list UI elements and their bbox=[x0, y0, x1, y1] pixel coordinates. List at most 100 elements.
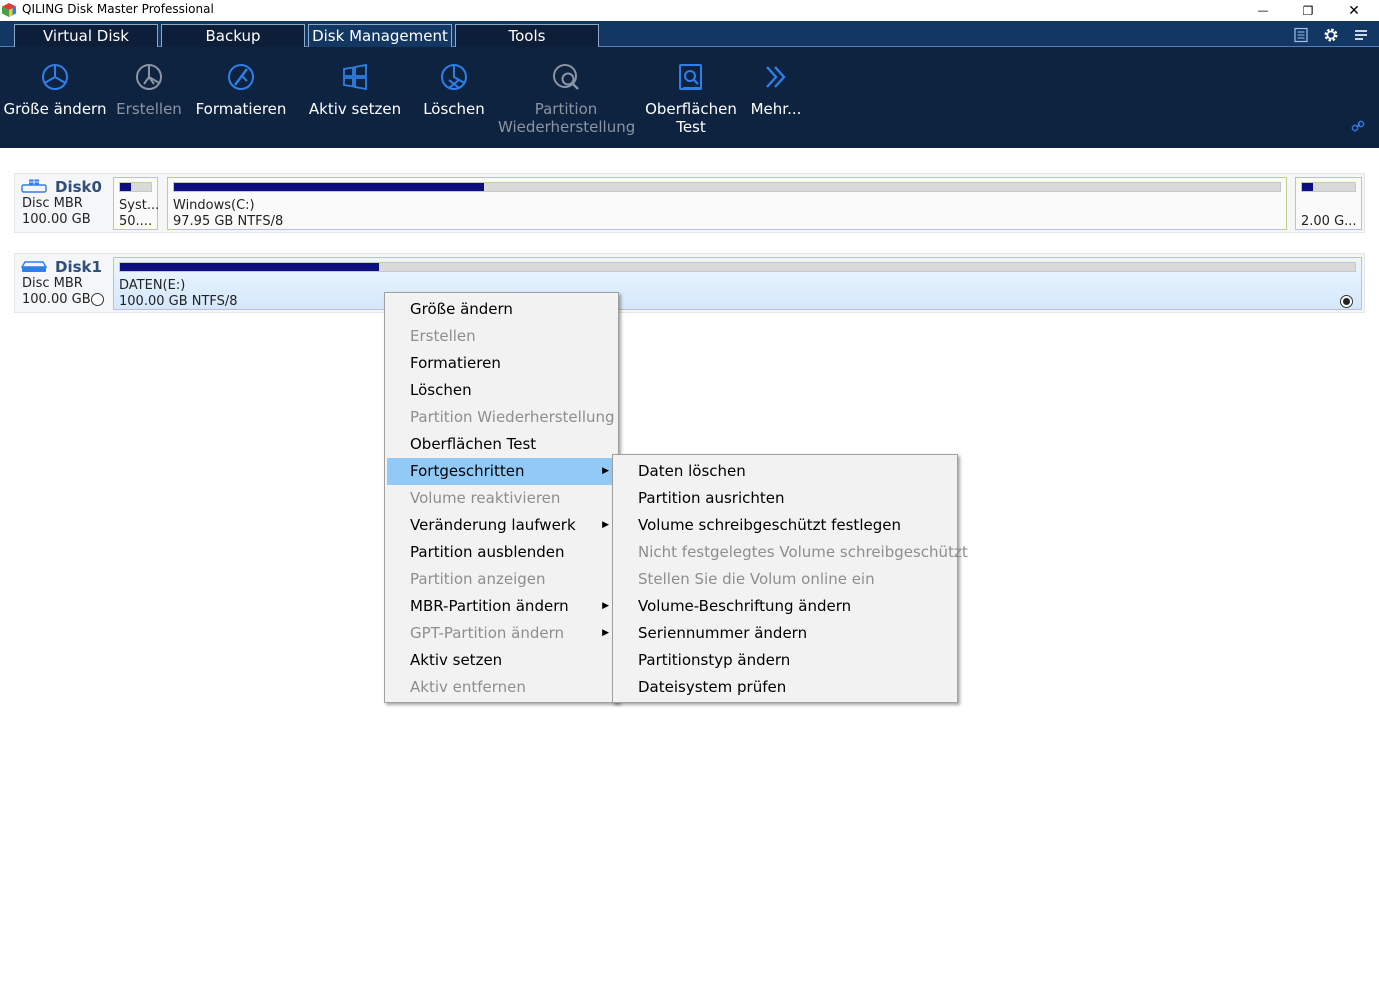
more-button[interactable]: Mehr... bbox=[744, 47, 808, 148]
log-list-icon[interactable] bbox=[1291, 25, 1311, 45]
menu-item-label: Seriennummer ändern bbox=[638, 624, 808, 642]
submenu-arrow-icon: ▶ bbox=[602, 601, 609, 611]
partition-recovery-button[interactable]: Partition Wiederherstellung bbox=[498, 47, 636, 148]
resize-label: Größe ändern bbox=[3, 100, 107, 118]
menu-list-icon[interactable] bbox=[1351, 25, 1371, 45]
advanced-submenu: Daten löschen Partition ausrichten Volume … bbox=[612, 454, 968, 703]
menu-item-partition-wiederherstellung[interactable]: Partition Wiederherstellung bbox=[387, 404, 616, 431]
menu-item-label: Veränderung laufwerk bbox=[410, 516, 576, 534]
restore-icon: ❐ bbox=[1302, 3, 1314, 18]
menu-item-label: GPT-Partition ändern bbox=[410, 624, 565, 642]
menu-item-partition-anzeigen[interactable]: Partition anzeigen bbox=[387, 566, 616, 593]
app-logo-icon bbox=[2, 3, 16, 17]
tab-bar: Virtual Disk Backup Disk Management Tool… bbox=[0, 21, 1379, 47]
disk-drive-icon bbox=[21, 261, 47, 272]
menu-item-oberflächen-test[interactable]: Oberflächen Test bbox=[387, 431, 616, 458]
menu-item-veränderung-laufwerk[interactable]: Veränderung laufwerk ▶ bbox=[387, 512, 616, 539]
menu-item-seriennummer-ändern[interactable]: Seriennummer ändern bbox=[615, 620, 955, 647]
delete-label: Löschen bbox=[423, 100, 485, 118]
menu-item-label: Volume reaktivieren bbox=[410, 489, 561, 507]
disk-size: 100.00 GB bbox=[22, 292, 91, 307]
usage-bar bbox=[1301, 182, 1356, 192]
partition-info: 100.00 GB NTFS/8 bbox=[119, 294, 238, 309]
menu-item-stellen-sie-die-volum-online-ein[interactable]: Stellen Sie die Volum online ein bbox=[615, 566, 955, 593]
partition-recovery-label: Partition Wiederherstellung bbox=[498, 100, 636, 136]
set-active-button[interactable]: Aktiv setzen bbox=[300, 47, 410, 148]
usage-fill bbox=[120, 183, 131, 191]
disk-size: 100.00 GB bbox=[22, 212, 91, 227]
surface-test-label: Oberflächen Test bbox=[645, 100, 737, 136]
close-icon: ✕ bbox=[1348, 2, 1360, 19]
partition-name: DATEN(E:) bbox=[119, 278, 186, 293]
partition-name: Syst... bbox=[119, 198, 160, 213]
restore-button[interactable]: ❐ bbox=[1285, 0, 1331, 21]
menu-item-label: Aktiv entfernen bbox=[410, 678, 526, 696]
menu-item-nicht-festgelegtes-volume-schreibgeschützt[interactable]: Nicht festgelegtes Volume schreibgeschüt… bbox=[615, 539, 968, 566]
format-label: Formatieren bbox=[195, 100, 287, 118]
set-active-label: Aktiv setzen bbox=[308, 100, 402, 118]
minimize-icon: — bbox=[1257, 4, 1269, 17]
disk-info: Disk0 Disc MBR 100.00 GB bbox=[15, 174, 111, 232]
menu-item-label: Partition anzeigen bbox=[410, 570, 546, 588]
partition-info: 50.... bbox=[119, 214, 153, 229]
menu-item-label: Aktiv setzen bbox=[410, 651, 503, 669]
disk-name: Disk0 bbox=[55, 178, 102, 196]
partition-recovery-2gb[interactable]: 2.00 G... bbox=[1295, 177, 1362, 230]
menu-item-dateisystem-prüfen[interactable]: Dateisystem prüfen bbox=[615, 674, 955, 701]
create-label: Erstellen bbox=[116, 100, 182, 118]
format-button[interactable]: Formatieren bbox=[188, 47, 294, 148]
partition-info: 2.00 G... bbox=[1301, 214, 1357, 229]
menu-item-gpt-partition-ändern[interactable]: GPT-Partition ändern ▶ bbox=[387, 620, 616, 647]
menu-item-fortgeschritten[interactable]: Fortgeschritten ▶ bbox=[387, 458, 616, 485]
usage-fill bbox=[1302, 183, 1313, 191]
menu-item-aktiv-entfernen[interactable]: Aktiv entfernen bbox=[387, 674, 616, 701]
disk-row-disk1[interactable]: Disk1 Disc MBR 100.00 GB DATEN(E:) 100.0… bbox=[14, 253, 1365, 313]
partition-daten-e[interactable]: DATEN(E:) 100.00 GB NTFS/8 bbox=[113, 257, 1362, 310]
disk-type: Disc MBR bbox=[22, 196, 83, 211]
partition-select-radio[interactable] bbox=[1340, 295, 1353, 308]
minimize-button[interactable]: — bbox=[1240, 0, 1286, 21]
partition-windows-c[interactable]: Windows(C:) 97.95 GB NTFS/8 bbox=[167, 177, 1287, 230]
delete-button[interactable]: Löschen bbox=[412, 47, 496, 148]
disk-type: Disc MBR bbox=[22, 276, 83, 291]
usage-bar bbox=[119, 262, 1356, 272]
menu-item-partition-ausblenden[interactable]: Partition ausblenden bbox=[387, 539, 616, 566]
partition-name: Windows(C:) bbox=[173, 198, 255, 213]
resize-button[interactable]: Größe ändern bbox=[0, 47, 110, 148]
menu-item-label: Partition ausblenden bbox=[410, 543, 565, 561]
usage-fill bbox=[174, 183, 484, 191]
tab-disk-management[interactable]: Disk Management bbox=[308, 24, 452, 47]
menu-item-aktiv-setzen[interactable]: Aktiv setzen bbox=[387, 647, 616, 674]
menu-item-partition-ausrichten[interactable]: Partition ausrichten bbox=[615, 485, 955, 512]
menu-item-label: Daten löschen bbox=[638, 462, 746, 480]
windows-flag-icon bbox=[343, 63, 367, 91]
tab-backup[interactable]: Backup bbox=[161, 24, 305, 47]
menu-item-label: Größe ändern bbox=[410, 300, 513, 318]
tab-tools[interactable]: Tools bbox=[455, 24, 599, 47]
create-button[interactable]: Erstellen bbox=[110, 47, 188, 148]
delete-pie-icon bbox=[441, 64, 467, 90]
menu-item-volume-beschriftung-ändern[interactable]: Volume-Beschriftung ändern bbox=[615, 593, 955, 620]
partition-system-reserved[interactable]: Syst... 50.... bbox=[113, 177, 160, 230]
menu-item-volume-schreibgeschützt-festlegen[interactable]: Volume schreibgeschützt festlegen bbox=[615, 512, 955, 539]
disk-select-radio[interactable] bbox=[91, 293, 104, 306]
disk-info: Disk1 Disc MBR 100.00 GB bbox=[15, 254, 111, 312]
menu-item-formatieren[interactable]: Formatieren bbox=[387, 350, 616, 377]
menu-item-partitionstyp-ändern[interactable]: Partitionstyp ändern bbox=[615, 647, 955, 674]
menu-item-volume-reaktivieren[interactable]: Volume reaktivieren bbox=[387, 485, 616, 512]
menu-item-erstellen[interactable]: Erstellen bbox=[387, 323, 616, 350]
menu-item-mbr-partition-ändern[interactable]: MBR-Partition ändern ▶ bbox=[387, 593, 616, 620]
menu-item-label: Erstellen bbox=[410, 327, 476, 345]
link-icon[interactable] bbox=[1351, 119, 1365, 133]
gear-icon[interactable] bbox=[1321, 25, 1341, 45]
menu-item-größe-ändern[interactable]: Größe ändern bbox=[387, 296, 616, 323]
surface-test-button[interactable]: Oberflächen Test bbox=[644, 47, 738, 148]
close-button[interactable]: ✕ bbox=[1331, 0, 1377, 21]
disk-row-disk0[interactable]: Disk0 Disc MBR 100.00 GB Syst... 50.... … bbox=[14, 173, 1365, 233]
menu-item-daten-löschen[interactable]: Daten löschen bbox=[615, 458, 955, 485]
usage-bar bbox=[119, 182, 152, 192]
usage-fill bbox=[120, 263, 380, 271]
tab-virtual-disk[interactable]: Virtual Disk bbox=[14, 24, 158, 47]
submenu-arrow-icon: ▶ bbox=[602, 628, 609, 638]
menu-item-löschen[interactable]: Löschen bbox=[387, 377, 616, 404]
